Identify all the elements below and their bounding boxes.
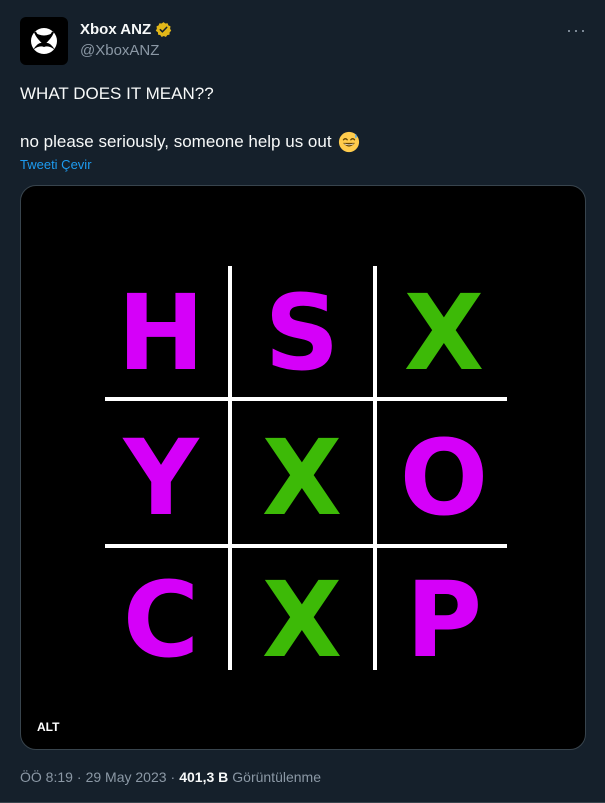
- grid-cell-letter: X: [262, 559, 342, 681]
- avatar[interactable]: [20, 17, 68, 65]
- tic-tac-toe-grid: H S XY X OC X P: [105, 266, 507, 681]
- grinning-face-with-sweat-icon: [338, 131, 359, 153]
- grid-cell-letter: P: [406, 559, 482, 681]
- tweet-metadata: ÖÖ 8:19 · 29 May 2023 · 401,3 B Görüntül…: [20, 769, 321, 785]
- tweet: Xbox ANZ @XboxANZ ··· WHAT DOES IT MEAN?…: [0, 0, 605, 803]
- xbox-logo-icon: [31, 28, 57, 54]
- media-image[interactable]: HSXYXOCXP ALT: [20, 185, 586, 750]
- grid-cell-letter: X: [262, 417, 342, 539]
- meta-separator: ·: [170, 769, 176, 785]
- grid-cell-letter: O: [400, 417, 488, 539]
- more-options-icon[interactable]: ···: [566, 20, 587, 41]
- verified-badge-icon: [155, 22, 172, 37]
- meta-separator: ·: [76, 769, 82, 785]
- views-label: Görüntülenme: [232, 769, 321, 785]
- grid-cell-letter: S: [265, 272, 340, 394]
- views-count: 401,3 B: [179, 769, 229, 785]
- tweet-time[interactable]: ÖÖ 8:19: [20, 769, 73, 785]
- tweet-text-line-2: no please seriously, someone help us out: [20, 131, 360, 153]
- tweet-text-line-2-content: no please seriously, someone help us out: [20, 132, 332, 151]
- translate-link[interactable]: Tweeti Çevir: [20, 157, 92, 172]
- tweet-date[interactable]: 29 May 2023: [86, 769, 167, 785]
- tweet-text-line-1: WHAT DOES IT MEAN??: [20, 84, 214, 103]
- handle[interactable]: @XboxANZ: [80, 42, 159, 59]
- grid-cell-letter: X: [404, 272, 484, 394]
- grid-cell-letter: C: [123, 559, 199, 681]
- alt-badge[interactable]: ALT: [31, 717, 66, 737]
- author-name-row[interactable]: Xbox ANZ: [80, 21, 172, 38]
- display-name[interactable]: Xbox ANZ: [80, 21, 151, 38]
- grid-cell-letter: Y: [121, 417, 200, 539]
- grid-cell-letter: H: [117, 272, 204, 394]
